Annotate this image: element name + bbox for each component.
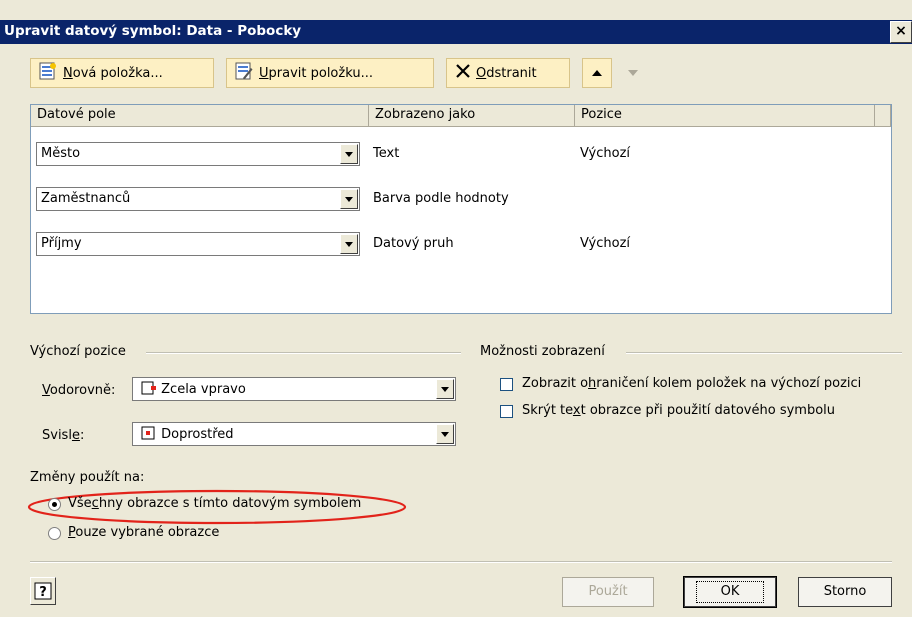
default-position-heading: Výchozí pozice xyxy=(30,344,126,359)
position-right-icon xyxy=(141,381,156,395)
arrow-down-icon xyxy=(628,70,638,76)
all-shapes-label: Všechny obrazce s tímto datovým symbolem xyxy=(68,496,362,511)
vertical-position-value: Doprostřed xyxy=(141,426,234,442)
group-divider xyxy=(626,352,902,354)
new-item-label: Nová položka... xyxy=(63,65,163,81)
selected-shapes-radio[interactable] xyxy=(48,527,61,540)
data-field-value: Zaměstnanců xyxy=(41,191,131,206)
title-bar: Upravit datový symbol: Data - Pobocky × xyxy=(0,20,912,44)
position-center-icon xyxy=(141,426,155,440)
apply-button[interactable]: Použít xyxy=(562,577,654,607)
shown-as-cell: Barva podle hodnoty xyxy=(373,191,509,206)
data-field-value: Město xyxy=(41,146,81,161)
window-title: Upravit datový symbol: Data - Pobocky xyxy=(4,23,302,39)
position-cell: Výchozí xyxy=(580,236,631,251)
column-header-position[interactable]: Pozice xyxy=(575,105,875,127)
delete-button[interactable]: Odstranit xyxy=(446,58,570,88)
hide-text-label: Skrýt text obrazce při použití datového … xyxy=(522,403,836,418)
chevron-down-icon[interactable] xyxy=(340,234,358,254)
delete-label: Odstranit xyxy=(476,65,537,81)
data-field-select[interactable]: Město xyxy=(36,142,360,166)
shown-as-cell: Datový pruh xyxy=(373,236,454,251)
ok-button[interactable]: OK xyxy=(683,576,777,608)
edit-item-label: Upravit položku... xyxy=(259,65,373,81)
svg-text:?: ? xyxy=(39,585,47,600)
close-icon: × xyxy=(895,23,907,39)
delete-icon xyxy=(455,63,471,83)
vertical-label: Svisle: xyxy=(42,428,85,443)
column-header-filler xyxy=(875,105,891,127)
chevron-down-icon[interactable] xyxy=(436,379,454,399)
data-field-value: Příjmy xyxy=(41,236,82,251)
all-shapes-radio[interactable] xyxy=(48,498,61,511)
edit-data-graphic-dialog: Upravit datový symbol: Data - Pobocky × … xyxy=(0,0,912,617)
edit-item-button[interactable]: Upravit položku... xyxy=(226,58,434,88)
ok-label: OK xyxy=(695,581,765,603)
move-up-button[interactable] xyxy=(582,58,612,88)
new-item-button[interactable]: Nová položka... xyxy=(30,58,214,88)
chevron-down-icon[interactable] xyxy=(340,189,358,209)
shown-as-cell: Text xyxy=(373,146,400,161)
position-cell: Výchozí xyxy=(580,146,631,161)
group-divider xyxy=(146,352,461,354)
show-border-label: Zobrazit ohraničení kolem položek na výc… xyxy=(522,376,862,391)
show-border-checkbox[interactable] xyxy=(500,378,513,391)
help-icon: ? xyxy=(34,582,52,600)
arrow-up-icon xyxy=(592,70,602,76)
data-fields-table: Datové pole Zobrazeno jako Pozice Město … xyxy=(30,104,892,314)
cancel-button[interactable]: Storno xyxy=(798,577,892,607)
display-options-heading: Možnosti zobrazení xyxy=(480,344,605,359)
horizontal-position-value: Zcela vpravo xyxy=(141,381,246,397)
column-header-field[interactable]: Datové pole xyxy=(31,105,369,127)
new-item-icon xyxy=(39,62,57,84)
edit-item-icon xyxy=(235,62,253,84)
horizontal-label: Vodorovně: xyxy=(42,383,116,398)
close-button[interactable]: × xyxy=(890,21,912,43)
apply-to-heading: Změny použít na: xyxy=(30,470,145,485)
move-down-button[interactable] xyxy=(618,58,648,88)
data-field-select[interactable]: Příjmy xyxy=(36,232,360,256)
vertical-position-select[interactable]: Doprostřed xyxy=(132,422,456,446)
chevron-down-icon[interactable] xyxy=(340,144,358,164)
chevron-down-icon[interactable] xyxy=(436,424,454,444)
hide-text-checkbox[interactable] xyxy=(500,405,513,418)
data-field-select[interactable]: Zaměstnanců xyxy=(36,187,360,211)
column-header-shown-as[interactable]: Zobrazeno jako xyxy=(369,105,575,127)
bottom-divider xyxy=(30,561,892,563)
horizontal-position-select[interactable]: Zcela vpravo xyxy=(132,377,456,401)
selected-shapes-label: Pouze vybrané obrazce xyxy=(68,525,220,540)
help-button[interactable]: ? xyxy=(30,577,56,605)
